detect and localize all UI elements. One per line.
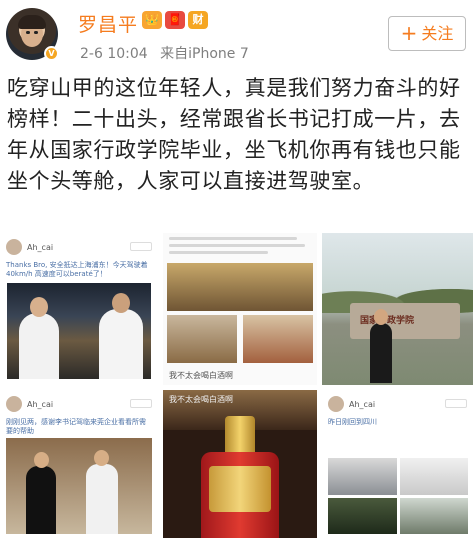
post-image-2[interactable]: 我不太会喝白酒啊 bbox=[163, 233, 317, 385]
mini-follow-button bbox=[130, 242, 152, 251]
post-source: 来自iPhone 7 bbox=[160, 46, 249, 62]
cockpit-photo bbox=[7, 283, 151, 379]
bottle-label bbox=[209, 466, 271, 512]
group-photo bbox=[243, 315, 313, 363]
collage-photo bbox=[328, 458, 397, 495]
collage-photo bbox=[399, 458, 468, 495]
mini-caption: Thanks Bro, 安全抵达上海浦东！今天驾驶着40km/h 高速度可以be… bbox=[6, 261, 148, 278]
bottle-neck bbox=[225, 416, 255, 456]
mini-header: Ah_cai bbox=[6, 396, 53, 412]
mini-follow-button bbox=[445, 399, 467, 408]
avatar-eye bbox=[34, 31, 38, 34]
collage-photo bbox=[399, 497, 468, 534]
red-envelope-icon[interactable]: 🧧 bbox=[165, 11, 185, 29]
liquor-bottle bbox=[201, 416, 279, 538]
person-head bbox=[112, 293, 130, 313]
wealth-icon[interactable]: 财 bbox=[188, 11, 208, 29]
person bbox=[99, 293, 143, 379]
mini-caption: 昨日刚回到四川 bbox=[328, 418, 377, 426]
person bbox=[370, 309, 392, 383]
follow-button[interactable]: + 关注 bbox=[388, 16, 466, 51]
mini-avatar bbox=[6, 239, 22, 255]
banquet-photo bbox=[167, 263, 313, 311]
verified-badge: V bbox=[44, 46, 59, 61]
post-header: V 罗昌平 👑 🧧 财 2-6 10:04 来自iPhone 7 + 关注 bbox=[0, 0, 473, 68]
follow-label: 关注 bbox=[421, 24, 454, 43]
post-image-1[interactable]: Ah_cai Thanks Bro, 安全抵达上海浦东！今天驾驶着40km/h … bbox=[0, 233, 158, 385]
mini-follow-button bbox=[130, 399, 152, 408]
person bbox=[86, 450, 118, 534]
post-image-6[interactable]: Ah_cai 昨日刚回到四川 bbox=[322, 390, 473, 538]
vip-crown-icon[interactable]: 👑 bbox=[142, 11, 162, 29]
mini-avatar bbox=[328, 396, 344, 412]
mini-caption: 刚刚见两，感谢李书记驾临来莞企业看看所需要的帮助 bbox=[6, 418, 146, 435]
person-head bbox=[34, 452, 49, 468]
collage-photo bbox=[328, 497, 397, 534]
avatar-eye bbox=[26, 31, 30, 34]
news-text-lines bbox=[169, 237, 311, 258]
mini-author: Ah_cai bbox=[27, 242, 54, 252]
person-head bbox=[374, 309, 388, 325]
person-head bbox=[94, 450, 109, 466]
author-name[interactable]: 罗昌平 bbox=[78, 10, 138, 37]
post-timestamp: 2-6 10:04 bbox=[80, 46, 148, 62]
dinner-photo bbox=[167, 315, 237, 363]
post-text: 吃穿山甲的这位年轻人，真是我们努力奋斗的好榜样！二十出头，经常跟省长书记打成一片… bbox=[7, 76, 461, 193]
mini-author: Ah_cai bbox=[349, 399, 376, 409]
post-image-4[interactable]: Ah_cai 刚刚见两，感谢李书记驾临来莞企业看看所需要的帮助 bbox=[0, 390, 158, 538]
mini-avatar bbox=[6, 396, 22, 412]
person bbox=[19, 297, 59, 379]
person bbox=[26, 452, 56, 534]
text-line bbox=[169, 251, 269, 254]
avatar-hair bbox=[18, 15, 46, 29]
post-image-5[interactable]: 我不太会喝白酒啊 bbox=[163, 390, 317, 538]
user-badges: 👑 🧧 财 bbox=[142, 11, 208, 29]
image-caption: 我不太会喝白酒啊 bbox=[169, 371, 233, 380]
person-head bbox=[30, 297, 48, 317]
image-caption: 我不太会喝白酒啊 bbox=[169, 395, 233, 404]
meeting-photo bbox=[6, 438, 152, 534]
text-line bbox=[169, 237, 297, 240]
post-image-3[interactable]: 国家行政学院 bbox=[322, 233, 473, 385]
mini-header: Ah_cai bbox=[328, 396, 375, 412]
photo-collage bbox=[328, 458, 468, 534]
plus-icon: + bbox=[400, 21, 418, 45]
mini-author: Ah_cai bbox=[27, 399, 54, 409]
text-line bbox=[169, 244, 306, 247]
mini-header: Ah_cai bbox=[6, 239, 53, 255]
post-meta: 2-6 10:04 来自iPhone 7 bbox=[80, 43, 249, 63]
